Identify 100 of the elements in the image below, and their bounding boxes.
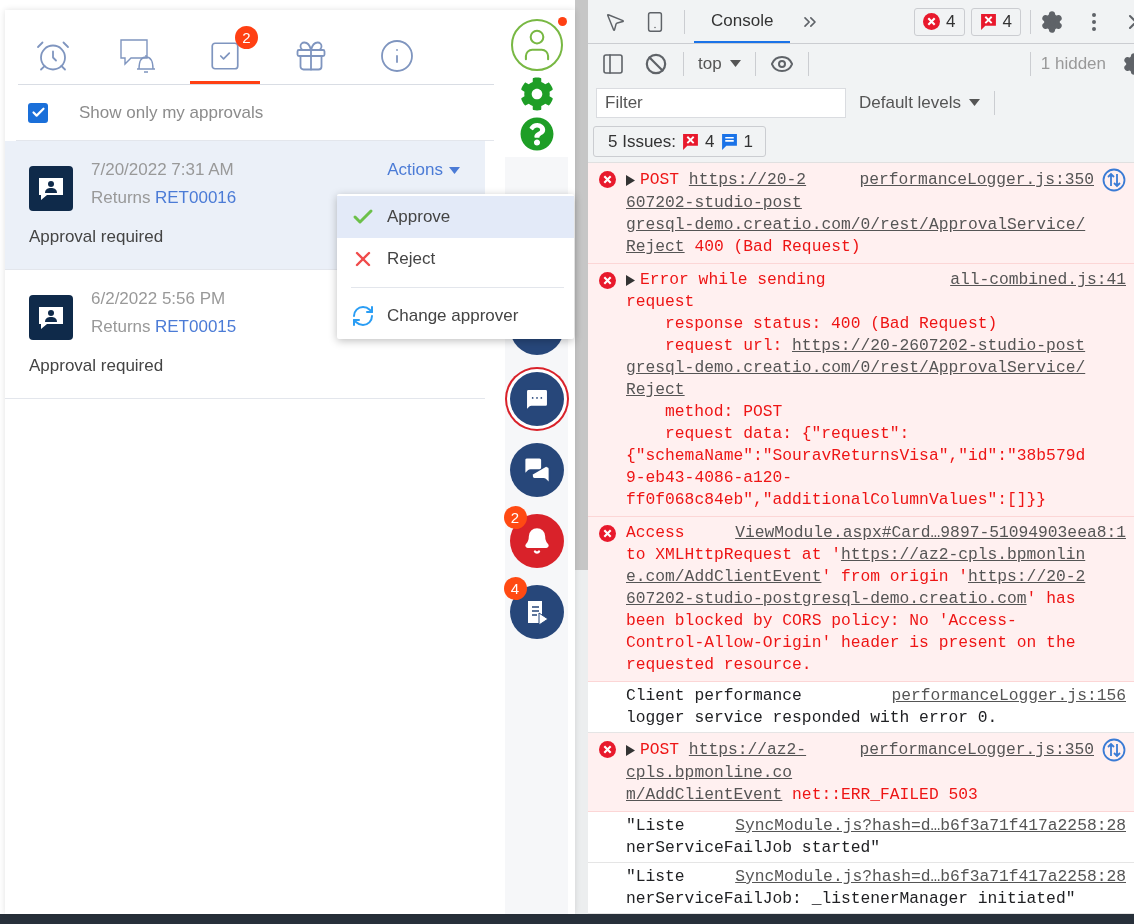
menu-item[interactable]: Approve	[337, 196, 574, 238]
menu-item-label: Reject	[387, 249, 436, 269]
url-link[interactable]: https://20-2	[688, 169, 807, 191]
clear-icon[interactable]	[645, 52, 667, 75]
message-text: method: POST	[665, 402, 783, 421]
url-link[interactable]: 607202-studio-postgresql-demo.creatio.com	[626, 589, 1027, 608]
item-date: 6/2/2022 5:56 PM	[91, 289, 226, 309]
feed-button[interactable]	[509, 585, 564, 639]
message-text: requested resource.	[626, 655, 812, 674]
message-text: logger service responded with error 0.	[626, 708, 998, 727]
item-date: 7/20/2022 7:31 AM	[91, 160, 234, 180]
source-link[interactable]: ViewModule.aspx#Card…9897-51094903eea8:1	[735, 522, 1126, 544]
menu-item[interactable]: Reject	[337, 238, 574, 280]
info-message-icon	[720, 132, 738, 151]
url-link[interactable]: https://20-2607202-studio-post	[792, 336, 1086, 355]
message-text: Access	[626, 522, 685, 544]
message-text: response status: 400 (Bad Request)	[665, 314, 998, 333]
approval-status: Approval required	[29, 227, 165, 247]
url-link[interactable]: cpls.bpmonline.co	[626, 763, 793, 782]
bell-icon	[522, 527, 551, 555]
sidebar-icon[interactable]	[601, 51, 625, 76]
entity-label: Returns	[91, 188, 151, 207]
message-text: ' has	[1026, 589, 1076, 608]
url-link[interactable]: gresql-demo.creatio.com/0/rest/ApprovalService/	[626, 215, 1086, 234]
message-text: been blocked by CORS policy: No 'Access-	[626, 611, 1017, 630]
message-text: request url:	[665, 336, 784, 355]
approval-status: Approval required	[29, 356, 165, 376]
source-link[interactable]: performanceLogger.js:350	[859, 739, 1094, 761]
record-link[interactable]: RET00016	[155, 188, 237, 207]
error-counter[interactable]: 4	[914, 7, 965, 36]
message-text: {"schemaName":"SouravReturnsVisa","id":"38b579d	[626, 446, 1086, 465]
message-text: Control-Allow-Origin' header is present on the	[626, 633, 1076, 652]
menu-item-label: Approve	[387, 207, 451, 227]
message-text: request	[626, 292, 695, 311]
message-text: 400 (Bad Request)	[693, 237, 861, 256]
message-text: nerServiceFailJob started"	[626, 838, 881, 857]
url-link[interactable]: https://az2-cpls.bpmonlin	[840, 545, 1086, 564]
url-link[interactable]: Reject	[626, 237, 685, 256]
message-text: POST	[640, 739, 681, 761]
message-text: Client performance	[626, 685, 802, 707]
message-text: to XMLHttpRequest at '	[626, 545, 841, 564]
message-text: "Liste	[626, 866, 685, 888]
count-badge: 2	[503, 506, 527, 529]
context-dropdown[interactable]: top	[698, 53, 741, 74]
check-icon	[30, 105, 46, 120]
expand-icon[interactable]	[626, 744, 635, 756]
settings-icon[interactable]	[1040, 9, 1064, 34]
actions-dropdown[interactable]: Actions	[387, 160, 460, 180]
levels-dropdown[interactable]: Default levels	[859, 92, 981, 113]
source-link[interactable]: SyncModule.js?hash=d…b6f3a71f417a2258:28	[735, 815, 1126, 837]
settings-icon[interactable]	[519, 77, 554, 111]
message-text: POST	[640, 169, 681, 191]
scrollbar-thumb[interactable]	[575, 0, 588, 570]
caret-icon	[729, 60, 741, 67]
info-icon	[379, 37, 415, 74]
message-text: ff0f068c84eb","additionalColumnValues":[]}}	[626, 490, 1047, 509]
url-link[interactable]: gresql-demo.creatio.com/0/rest/ApprovalService/	[626, 358, 1086, 377]
url-link[interactable]: Reject	[626, 380, 685, 399]
message-text: "Liste	[626, 815, 685, 837]
source-link[interactable]: performanceLogger.js:350	[859, 169, 1094, 191]
url-link[interactable]: m/AddClientEvent	[626, 785, 783, 804]
message-text: 9-eb43-4086-a120-	[626, 468, 793, 487]
url-link[interactable]: e.com/AddClientEvent	[626, 567, 822, 586]
issues-button[interactable]: 5 Issues: 4 1	[593, 126, 766, 157]
issue-icon	[682, 132, 700, 151]
notifications-button[interactable]	[509, 514, 564, 568]
message-text: nerServiceFailJob: _listenerManager initiated"	[626, 889, 1076, 908]
approvals-tab[interactable]: 2	[190, 30, 260, 84]
message-text: ' from origin '	[821, 567, 968, 586]
network-arrows-icon[interactable]	[1102, 168, 1126, 192]
count-badge: 4	[503, 577, 527, 600]
network-arrows-icon[interactable]	[1102, 738, 1126, 762]
caret-icon	[449, 166, 460, 174]
expand-icon[interactable]	[626, 274, 635, 286]
refresh-icon	[351, 304, 375, 328]
menu-item[interactable]: Change approver	[337, 295, 574, 337]
message-person-icon	[29, 295, 73, 340]
filter-field[interactable]: Filter	[596, 87, 846, 118]
caret-icon	[969, 99, 981, 106]
checkbox-label: Show only my approvals	[79, 102, 264, 123]
source-link[interactable]: performanceLogger.js:156	[891, 685, 1126, 707]
url-link[interactable]: https://az2-	[688, 739, 807, 761]
source-link[interactable]: SyncModule.js?hash=d…b6f3a71f417a2258:28	[735, 866, 1126, 888]
url-link[interactable]: 607202-studio-post	[626, 193, 802, 212]
issue-icon	[979, 12, 997, 31]
expand-icon[interactable]	[626, 174, 635, 186]
message-text: Error while sending	[640, 269, 826, 291]
entity-label: Returns	[91, 317, 151, 336]
count-badge: 2	[235, 26, 258, 49]
error-icon	[923, 13, 941, 30]
url-link[interactable]: https://20-2	[968, 567, 1086, 586]
conversations-button[interactable]	[509, 443, 564, 497]
message-text: net::ERR_FAILED 503	[791, 785, 978, 804]
source-link[interactable]: all-combined.js:41	[950, 269, 1126, 291]
message-text: request data: {"request":	[665, 424, 910, 443]
checkbox[interactable]	[28, 102, 48, 123]
issue-counter[interactable]: 4	[970, 7, 1021, 36]
help-icon[interactable]	[519, 117, 554, 151]
record-link[interactable]: RET00015	[155, 317, 237, 336]
hidden-count: 1 hidden	[1040, 53, 1106, 74]
